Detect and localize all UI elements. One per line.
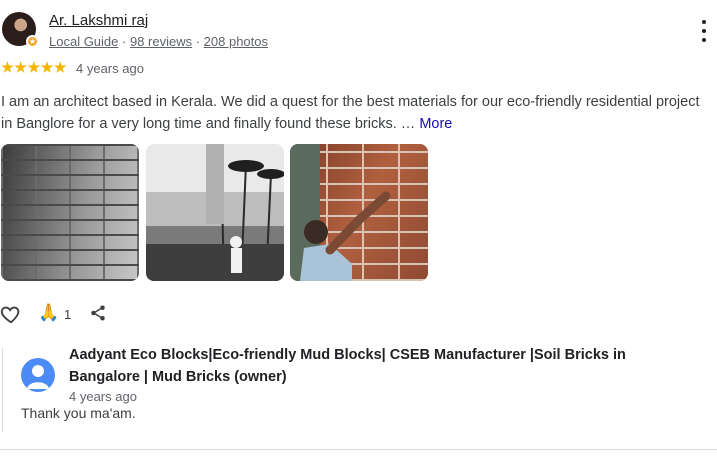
- reply-time: 4 years ago: [69, 389, 137, 404]
- reply-text: Thank you ma'am.: [21, 405, 136, 421]
- heart-icon[interactable]: [0, 303, 22, 325]
- meta-separator: ·: [118, 34, 130, 49]
- review-text: I am an architect based in Kerala. We di…: [1, 91, 711, 135]
- reply-indent-line: [2, 348, 3, 432]
- star-icon: [1, 61, 14, 73]
- local-guide-link[interactable]: Local Guide: [49, 34, 118, 49]
- reviewer-name[interactable]: Ar. Lakshmi raj: [49, 12, 148, 29]
- divider: [0, 449, 717, 450]
- owner-name: Aadyant Eco Blocks|Eco-friendly Mud Bloc…: [69, 347, 626, 385]
- reviewer-meta: Local Guide · 98 reviews · 208 photos: [49, 34, 268, 49]
- review-body: I am an architect based in Kerala. We di…: [1, 94, 700, 132]
- share-icon[interactable]: [89, 304, 107, 322]
- photos-count-link[interactable]: 208 photos: [204, 34, 268, 49]
- person-icon: [27, 365, 49, 389]
- star-icon: [27, 61, 41, 73]
- construction-site-photo: [146, 144, 284, 281]
- star-icon: [14, 61, 27, 73]
- star-icon: [40, 61, 54, 73]
- meta-separator: ·: [192, 34, 204, 49]
- review-time: 4 years ago: [76, 61, 144, 76]
- local-guide-badge-icon: ★: [26, 35, 39, 48]
- review-photo[interactable]: [1, 144, 139, 281]
- reviews-count-link[interactable]: 98 reviews: [130, 34, 192, 49]
- folded-hands-icon[interactable]: 🙏: [38, 304, 59, 322]
- brick-wall-photo: [1, 144, 139, 281]
- palm-trees-icon: [146, 144, 284, 281]
- owner-avatar: [21, 358, 55, 392]
- brick-laying-photo: [290, 144, 428, 281]
- reviewer-avatar[interactable]: ★: [2, 12, 39, 48]
- more-link[interactable]: More: [419, 116, 452, 132]
- star-rating: [1, 61, 67, 74]
- worker-icon: [290, 144, 391, 281]
- review-photo[interactable]: [290, 144, 428, 281]
- review-photo[interactable]: [146, 144, 284, 281]
- more-options-icon[interactable]: [700, 20, 708, 42]
- reaction-count: 1: [64, 307, 72, 322]
- star-icon: [54, 61, 67, 73]
